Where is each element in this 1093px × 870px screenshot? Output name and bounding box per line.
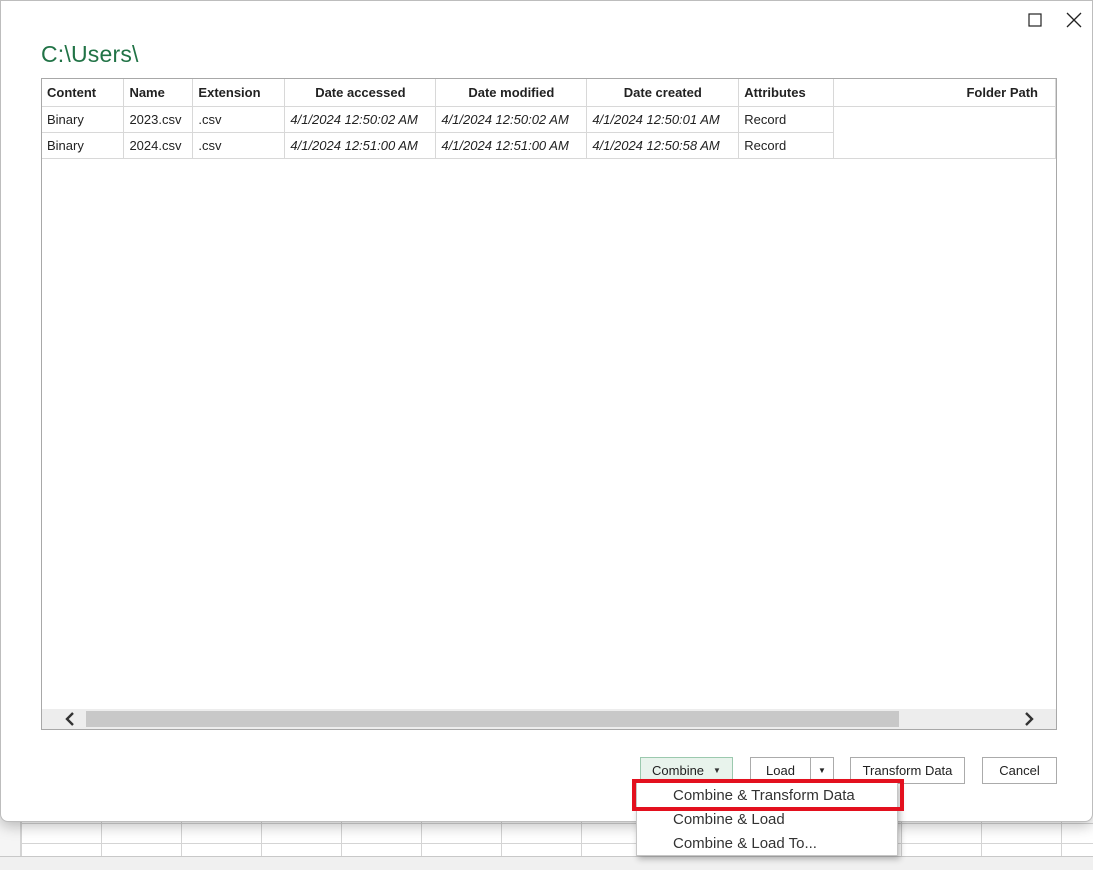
cell-date-created[interactable]: 4/1/2024 12:50:01 AM <box>586 106 740 133</box>
column-header-date-modified[interactable]: Date modified <box>435 79 588 107</box>
combine-button-label: Combine <box>652 763 705 778</box>
cell-date-created[interactable]: 4/1/2024 12:50:58 AM <box>586 132 740 159</box>
cell-name[interactable]: 2024.csv <box>123 132 194 159</box>
maximize-button[interactable] <box>1020 7 1050 33</box>
table-row: Binary 2024.csv .csv 4/1/2024 12:51:00 A… <box>42 132 1056 159</box>
cell-folder-path[interactable] <box>833 106 1056 132</box>
close-button[interactable] <box>1059 7 1089 33</box>
combine-dropdown-menu: Combine & Transform Data Combine & Load … <box>636 781 898 856</box>
chevron-left-icon <box>65 712 74 726</box>
load-dropdown-button[interactable]: ▼ <box>810 757 834 784</box>
column-header-attributes[interactable]: Attributes <box>738 79 835 107</box>
table-header-row: Content Name Extension Date accessed Dat… <box>42 79 1056 107</box>
transform-data-button[interactable]: Transform Data <box>850 757 965 784</box>
caret-down-icon: ▼ <box>818 766 826 775</box>
preview-table: Content Name Extension Date accessed Dat… <box>42 79 1056 159</box>
cancel-button[interactable]: Cancel <box>982 757 1057 784</box>
close-icon <box>1066 12 1082 28</box>
menu-item-combine-transform[interactable]: Combine & Transform Data <box>637 783 897 807</box>
cell-date-accessed[interactable]: 4/1/2024 12:51:00 AM <box>284 132 437 159</box>
cell-date-accessed[interactable]: 4/1/2024 12:50:02 AM <box>284 106 437 133</box>
cell-name[interactable]: 2023.csv <box>123 106 194 133</box>
cell-content[interactable]: Binary <box>42 106 125 133</box>
scrollbar-thumb[interactable] <box>86 711 899 727</box>
maximize-icon <box>1028 13 1042 27</box>
table-row: Binary 2023.csv .csv 4/1/2024 12:50:02 A… <box>42 106 1056 133</box>
transform-data-label: Transform Data <box>862 763 953 778</box>
cell-attributes[interactable]: Record <box>738 132 835 159</box>
dialog-title: C:\Users\ <box>41 41 139 67</box>
column-header-date-created[interactable]: Date created <box>586 79 740 107</box>
load-button[interactable]: Load <box>750 757 811 784</box>
cell-date-modified[interactable]: 4/1/2024 12:50:02 AM <box>435 106 588 133</box>
column-header-date-accessed[interactable]: Date accessed <box>284 79 437 107</box>
scroll-right-button[interactable] <box>1017 709 1041 729</box>
cancel-button-label: Cancel <box>999 763 1040 778</box>
data-preview-grid: Content Name Extension Date accessed Dat… <box>41 78 1057 730</box>
cell-extension[interactable]: .csv <box>192 132 286 159</box>
menu-item-combine-load-to[interactable]: Combine & Load To... <box>637 831 897 855</box>
cell-attributes[interactable]: Record <box>738 106 835 133</box>
column-header-content[interactable]: Content <box>42 79 125 107</box>
cell-folder-path[interactable] <box>833 132 1056 159</box>
scroll-left-button[interactable] <box>58 709 82 729</box>
cell-date-modified[interactable]: 4/1/2024 12:51:00 AM <box>435 132 588 159</box>
cell-content[interactable]: Binary <box>42 132 125 159</box>
combine-button[interactable]: Combine ▼ <box>640 757 733 784</box>
load-button-label: Load <box>766 763 795 778</box>
menu-item-combine-load[interactable]: Combine & Load <box>637 807 897 831</box>
column-header-extension[interactable]: Extension <box>192 79 286 107</box>
cell-extension[interactable]: .csv <box>192 106 286 133</box>
column-header-name[interactable]: Name <box>123 79 194 107</box>
folder-preview-dialog: C:\Users\ Content Name Extension Date ac… <box>0 0 1093 822</box>
caret-down-icon: ▼ <box>713 766 721 775</box>
chevron-right-icon <box>1025 712 1034 726</box>
column-header-folder-path[interactable]: Folder Path <box>833 79 1056 107</box>
excel-status-strip <box>0 856 1093 870</box>
horizontal-scrollbar[interactable] <box>42 709 1056 729</box>
